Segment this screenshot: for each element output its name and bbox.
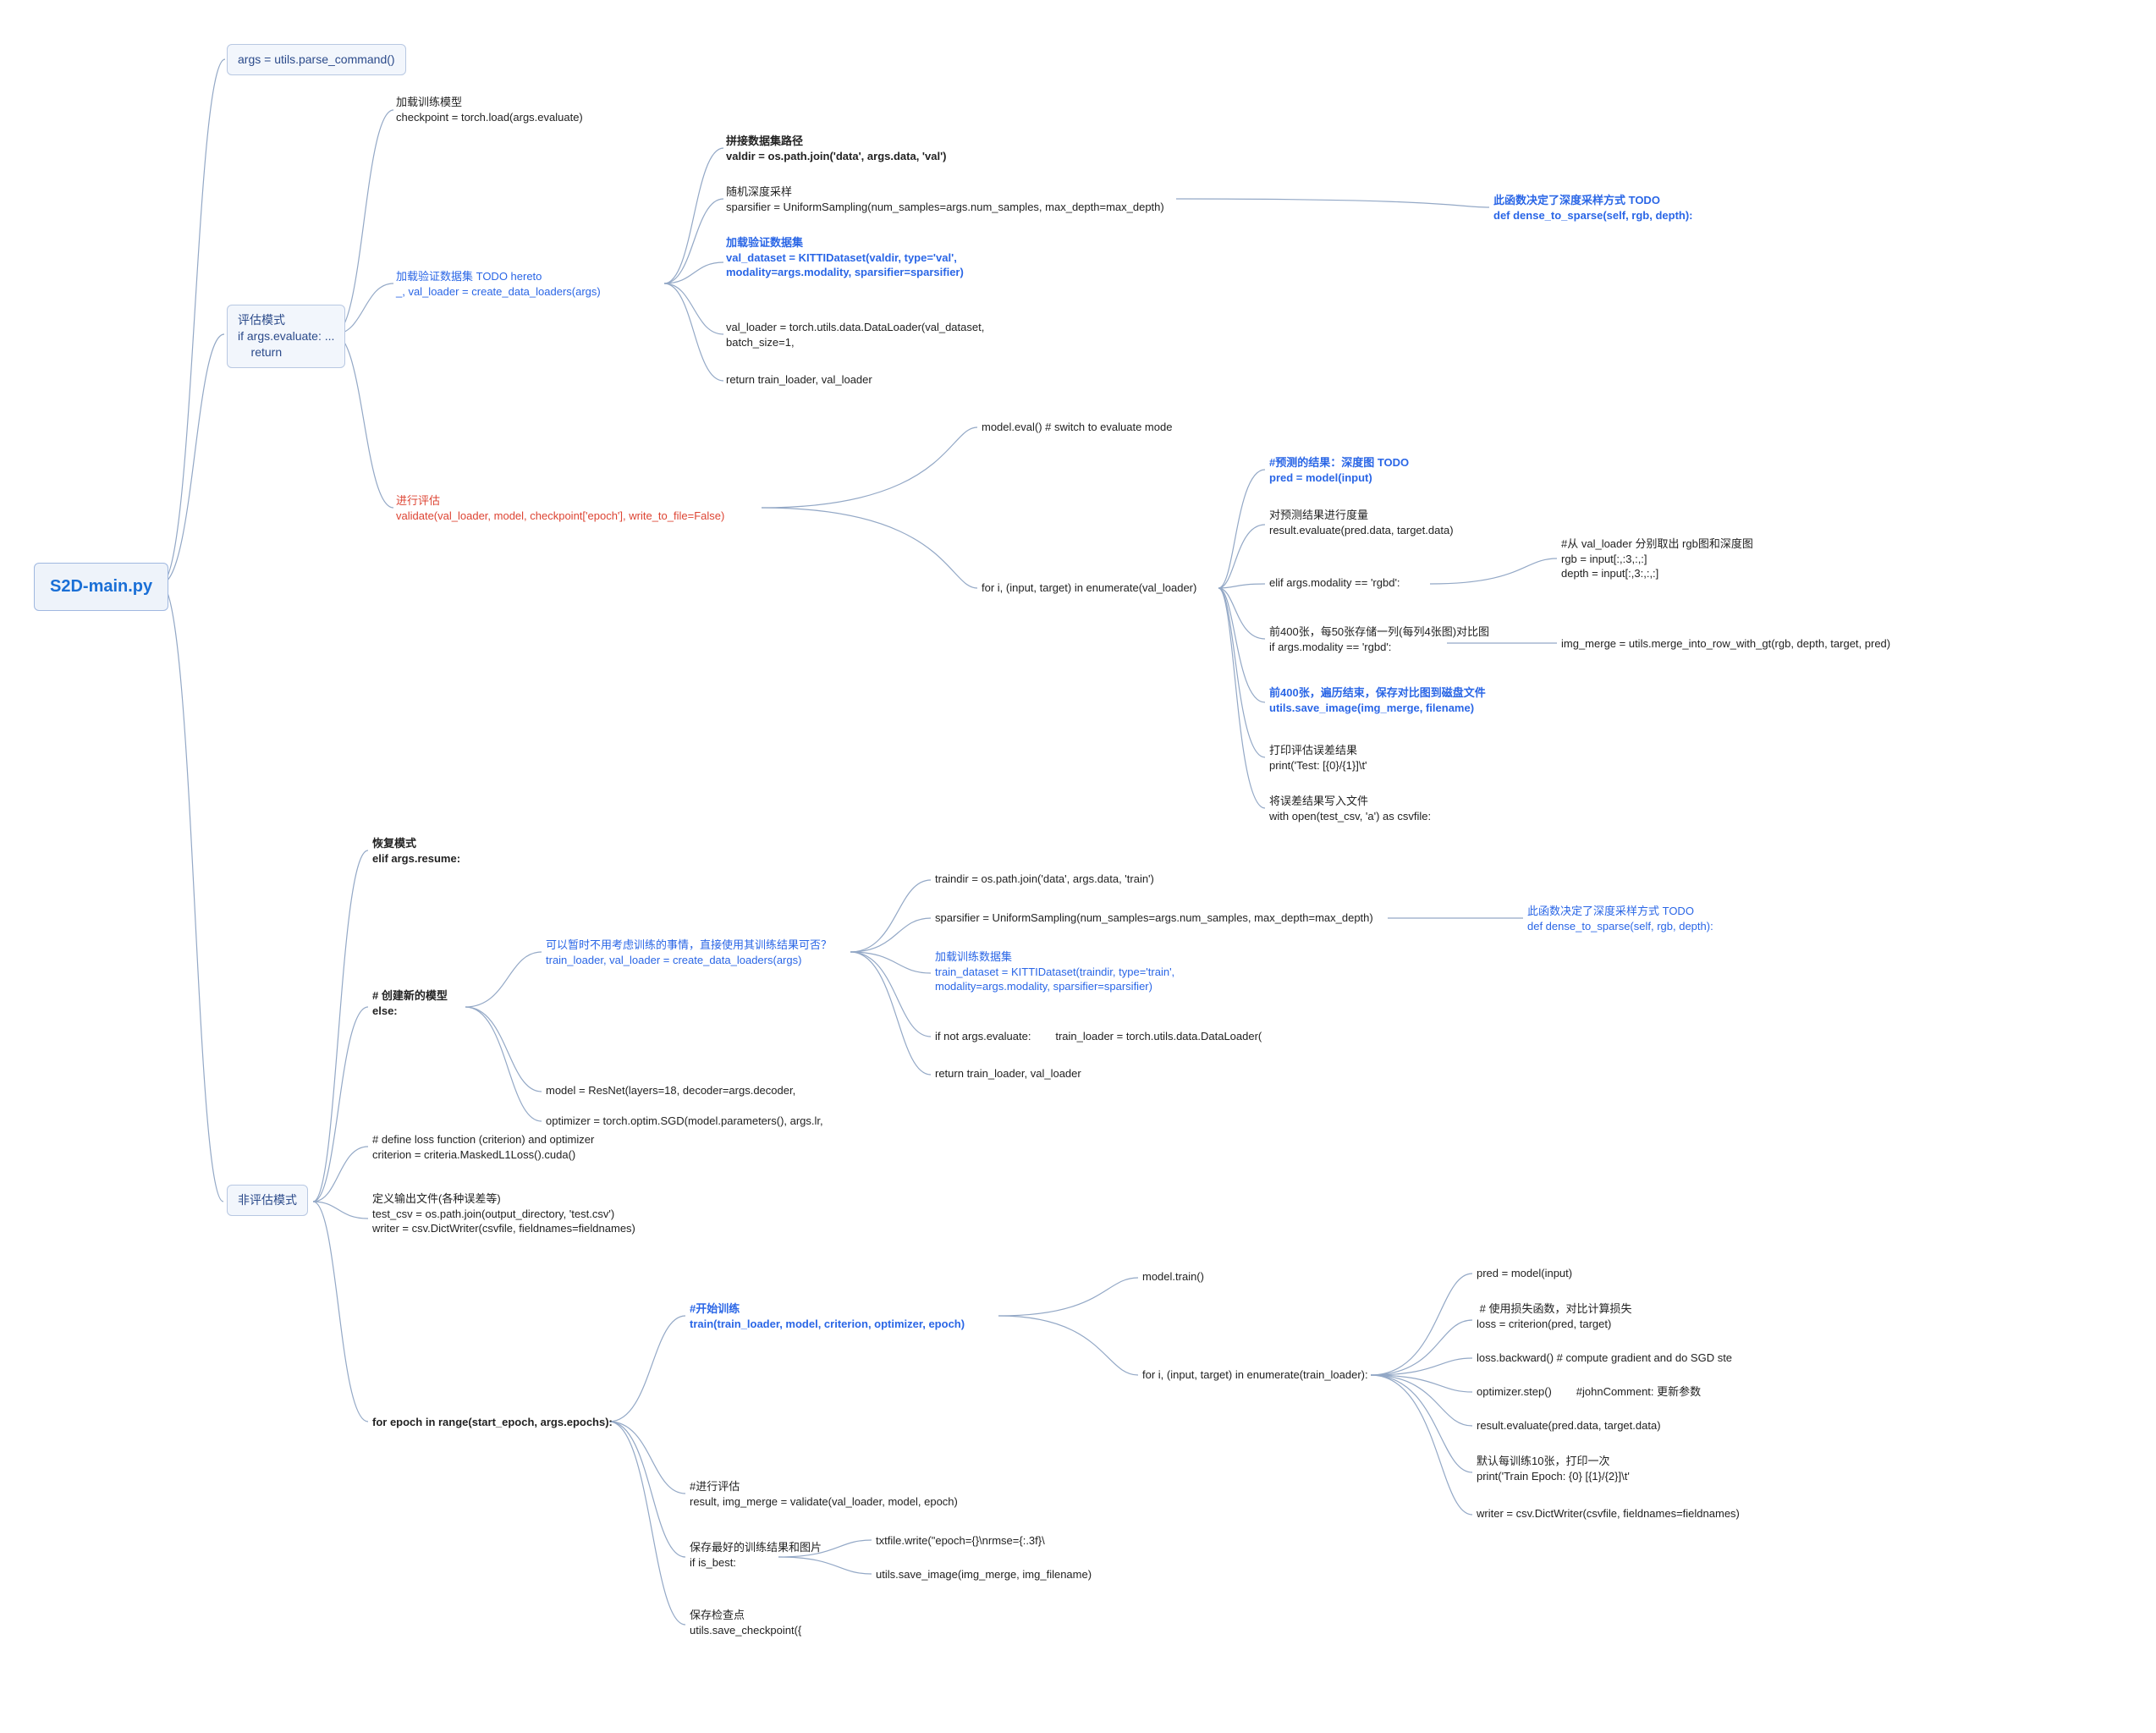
for-train-loader: for i, (input, target) in enumerate(trai… — [1142, 1367, 1368, 1383]
eval-mode-box: 评估模式 if args.evaluate: ... return — [227, 305, 345, 368]
model-train: model.train() — [1142, 1269, 1204, 1285]
load-val-data: 加载验证数据集 TODO hereto _, val_loader = crea… — [396, 269, 601, 299]
valdir: 拼接数据集路径 valdir = os.path.join('data', ar… — [726, 134, 947, 163]
modality-rgbd: elif args.modality == 'rgbd': — [1269, 575, 1400, 591]
args-box: args = utils.parse_command() — [227, 44, 406, 75]
sparsifier: 随机深度采样 sparsifier = UniformSampling(num_… — [726, 184, 1164, 214]
img-merge: img_merge = utils.merge_into_row_with_gt… — [1561, 636, 1890, 652]
sparsifier2: sparsifier = UniformSampling(num_samples… — [935, 911, 1373, 926]
save-img2: utils.save_image(img_merge, img_filename… — [876, 1567, 1092, 1582]
for-val-loader: for i, (input, target) in enumerate(val_… — [982, 580, 1196, 596]
pred: #预测的结果：深度图 TODO pred = model(input) — [1269, 455, 1409, 485]
train-call: #开始训练 train(train_loader, model, criteri… — [690, 1301, 965, 1331]
checkpoint: 保存检查点 utils.save_checkpoint({ — [690, 1608, 801, 1637]
train-loss: # 使用损失函数，对比计算损失 loss = criterion(pred, t… — [1477, 1301, 1631, 1331]
train-step: optimizer.step() #johnComment: 更新参数 — [1477, 1384, 1701, 1400]
validate: 进行评估 validate(val_loader, model, checkpo… — [396, 493, 724, 523]
train-print: 默认每训练10张，打印一次 print('Train Epoch: {0} [{… — [1477, 1454, 1630, 1483]
else: # 创建新的模型 else: — [372, 988, 448, 1018]
val-dataset: 加载验证数据集 val_dataset = KITTIDataset(valdi… — [726, 235, 964, 280]
is-best: 保存最好的训练结果和图片 if is_best: — [690, 1540, 822, 1570]
train-val-loaders: 可以暂时不用考虑训练的事情，直接使用其训练结果可否？ train_loader,… — [546, 938, 832, 967]
train-dataset: 加载训练数据集 train_dataset = KITTIDataset(tra… — [935, 949, 1174, 994]
dense2: 此函数决定了深度采样方式 TODO def dense_to_sparse(se… — [1527, 904, 1713, 933]
resume: 恢复模式 elif args.resume: — [372, 836, 460, 866]
model-resnet: model = ResNet(layers=18, decoder=args.d… — [546, 1083, 795, 1098]
train-result: result.evaluate(pred.data, target.data) — [1477, 1418, 1661, 1433]
dense-to-sparse: 此函数决定了深度采样方式 TODO def dense_to_sparse(se… — [1493, 193, 1693, 223]
train-backward: loss.backward() # compute gradient and d… — [1477, 1351, 1732, 1366]
root-title: S2D-main.py — [34, 563, 168, 611]
train-writer: writer = csv.DictWriter(csvfile, fieldna… — [1477, 1506, 1740, 1521]
print-test: 打印评估误差结果 print('Test: [{0}/{1}]\t' — [1269, 743, 1367, 773]
every50: 前400张，每50张存储一列(每列4张图)对比图 if args.modalit… — [1269, 624, 1489, 654]
optimizer: optimizer = torch.optim.SGD(model.parame… — [546, 1114, 823, 1129]
csv-write: 将误差结果写入文件 with open(test_csv, 'a') as cs… — [1269, 794, 1431, 823]
val-loader: val_loader = torch.utils.data.DataLoader… — [726, 320, 984, 349]
criterion: # define loss function (criterion) and o… — [372, 1132, 594, 1162]
return2: return train_loader, val_loader — [935, 1066, 1081, 1081]
non-eval-box: 非评估模式 — [227, 1185, 308, 1216]
outputs: 定义输出文件(各种误差等) test_csv = os.path.join(ou… — [372, 1191, 635, 1236]
train-pred: pred = model(input) — [1477, 1266, 1572, 1281]
traindir: traindir = os.path.join('data', args.dat… — [935, 872, 1154, 887]
return-loaders: return train_loader, val_loader — [726, 372, 872, 388]
txtfile: txtfile.write("epoch={}\nrmse={:.3f}\ — [876, 1533, 1045, 1549]
validate2: #进行评估 result, img_merge = validate(val_l… — [690, 1479, 958, 1509]
if-not-eval: if not args.evaluate: train_loader = tor… — [935, 1029, 1262, 1044]
model-eval: model.eval() # switch to evaluate mode — [982, 420, 1172, 435]
rgb-depth: #从 val_loader 分别取出 rgb图和深度图 rgb = input[… — [1561, 536, 1753, 581]
save-image: 前400张，遍历结束，保存对比图到磁盘文件 utils.save_image(i… — [1269, 685, 1486, 715]
for-epoch: for epoch in range(start_epoch, args.epo… — [372, 1415, 613, 1430]
load-model: 加载训练模型 checkpoint = torch.load(args.eval… — [396, 95, 583, 124]
result-eval: 对预测结果进行度量 result.evaluate(pred.data, tar… — [1269, 508, 1454, 537]
